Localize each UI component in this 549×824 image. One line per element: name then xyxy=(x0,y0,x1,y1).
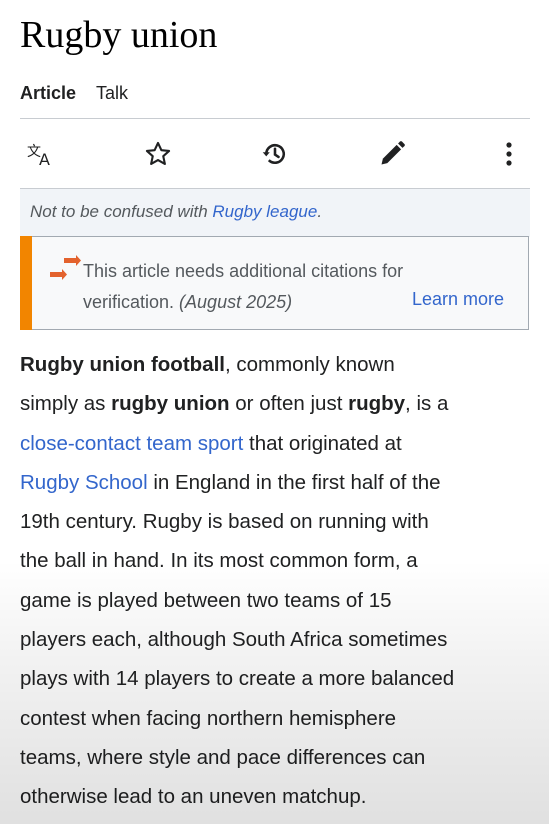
text-run: that originated at xyxy=(243,431,402,455)
paragraph-line: 19th century. Rugby is based on running … xyxy=(20,510,429,534)
translate-icon[interactable]: 文 A xyxy=(25,138,57,170)
notice-line-2: verification. xyxy=(83,292,180,312)
edit-pencil-icon[interactable] xyxy=(376,138,408,170)
lead-paragraph: Rugby union football, commonly known sim… xyxy=(20,345,535,817)
text-run: , commonly known xyxy=(224,353,395,376)
text-run: , is a xyxy=(405,392,449,416)
text-run: in England in the first half of the xyxy=(147,470,441,494)
page-title: Rugby union xyxy=(20,14,218,56)
hatnote: Not to be confused with Rugby league. xyxy=(30,202,322,222)
paragraph-line: plays with 14 players to create a more b… xyxy=(20,667,455,691)
notice-date: (August 2025) xyxy=(179,292,293,312)
page-actions-toolbar: 文 A xyxy=(20,120,530,188)
rugby-league-link[interactable]: Rugby league xyxy=(212,202,317,221)
rugby-school-link[interactable]: Rugby School xyxy=(20,471,148,494)
bold-term: rugby xyxy=(348,392,406,416)
more-vertical-icon[interactable] xyxy=(493,138,525,170)
notice-line-1: This article needs additional citations … xyxy=(83,261,404,281)
paragraph-line: otherwise lead to an uneven matchup. xyxy=(20,785,367,809)
paragraph-line: Rugby union football, commonly known xyxy=(20,345,535,384)
hatnote-prefix: Not to be confused with xyxy=(30,202,213,221)
star-icon[interactable] xyxy=(142,138,174,170)
tabs-divider xyxy=(20,118,530,119)
svg-text:A: A xyxy=(39,150,50,167)
text-run: simply as xyxy=(20,392,112,416)
bold-term: Rugby union football xyxy=(20,353,225,376)
paragraph-line: close-contact team sport that originated… xyxy=(20,424,535,463)
hatnote-suffix: . xyxy=(317,202,323,221)
learn-more-link[interactable]: Learn more xyxy=(412,289,504,310)
paragraph-line: the ball in hand. In its most common for… xyxy=(20,549,418,573)
paragraph-line: teams, where style and pace differences … xyxy=(20,745,426,769)
paragraph-line: contest when facing northern hemisphere xyxy=(20,706,397,730)
paragraph-line: simply as rugby union or often just rugb… xyxy=(20,384,535,423)
tab-talk[interactable]: Talk xyxy=(96,83,128,107)
notice-accent-bar xyxy=(20,236,32,330)
text-run: or often just xyxy=(229,392,349,416)
paragraph-line: Rugby School in England in the first hal… xyxy=(20,463,535,502)
tab-article[interactable]: Article xyxy=(20,83,76,107)
citation-needed-icon xyxy=(48,254,82,282)
page-tabs: Article Talk xyxy=(20,83,148,107)
history-icon[interactable] xyxy=(259,138,291,170)
paragraph-line: players each, although South Africa some… xyxy=(20,628,448,652)
paragraph-line: game is played between two teams of 15 xyxy=(20,588,392,612)
bold-term: rugby union xyxy=(111,392,230,416)
close-contact-team-sport-link[interactable]: close-contact team sport xyxy=(20,432,243,455)
